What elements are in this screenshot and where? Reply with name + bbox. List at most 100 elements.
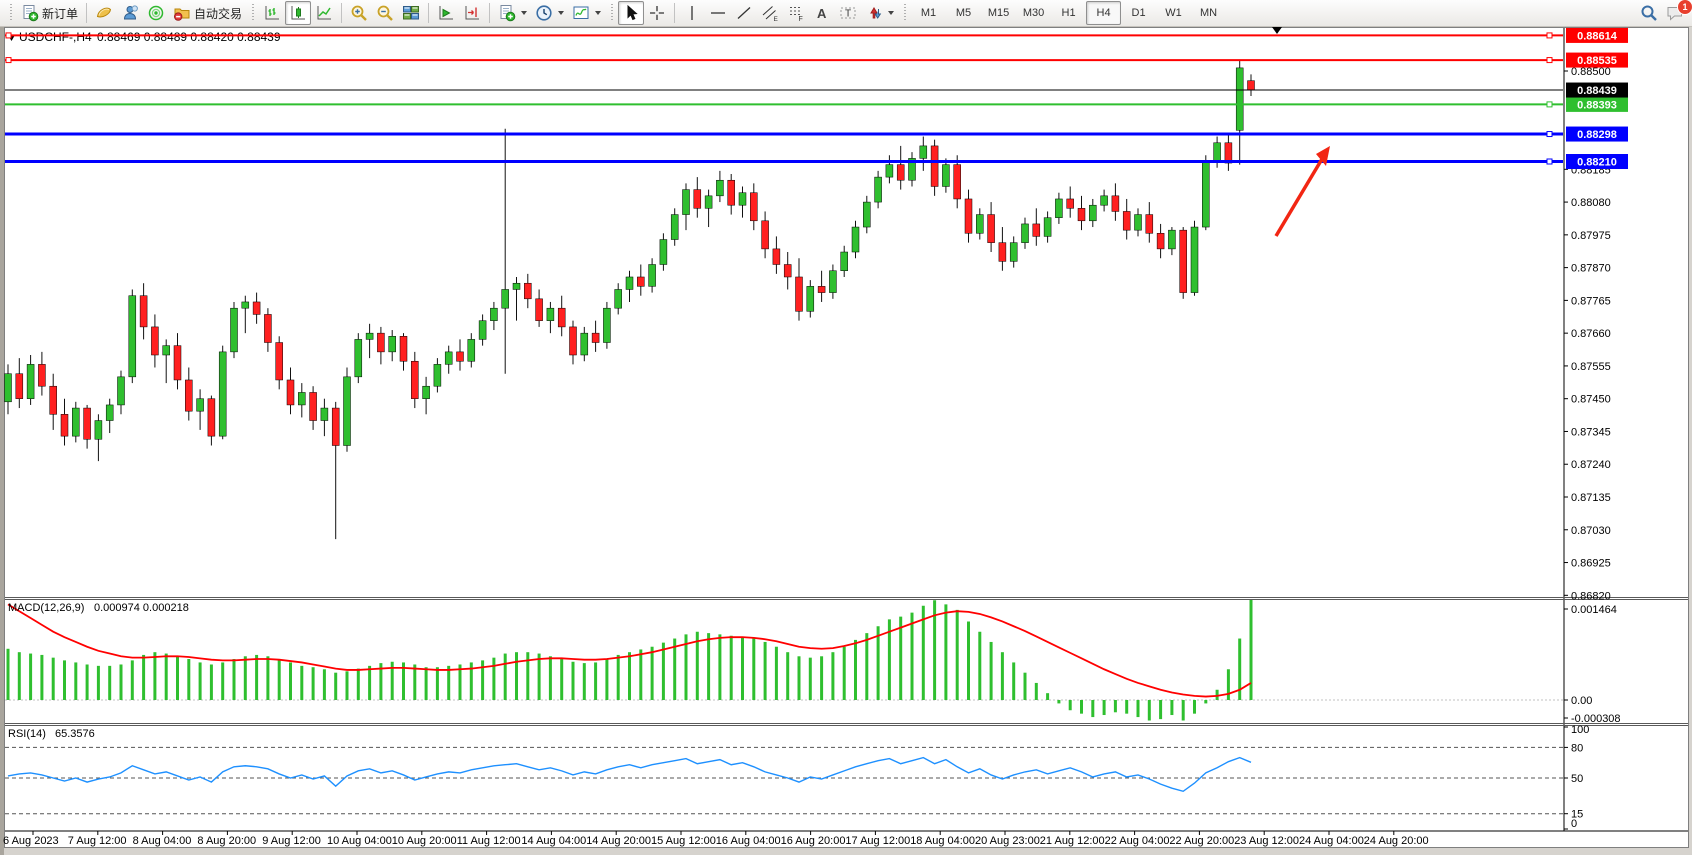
- community-button[interactable]: [117, 1, 143, 25]
- candle-body: [95, 421, 102, 440]
- candle-body: [366, 333, 373, 339]
- candle-body: [671, 215, 678, 240]
- chart-shift-button[interactable]: [459, 1, 485, 25]
- tile-windows-button[interactable]: [398, 1, 424, 25]
- fibonacci-tool-button[interactable]: F: [783, 1, 809, 25]
- timeframe-mn-button[interactable]: MN: [1191, 1, 1226, 25]
- line-handle[interactable]: [1547, 33, 1552, 38]
- trendline-tool-button[interactable]: [731, 1, 757, 25]
- vertical-line-tool-button[interactable]: [679, 1, 705, 25]
- equidistant-channel-tool-button[interactable]: E: [757, 1, 783, 25]
- time-tick-label: 20 Aug 23:00: [975, 835, 1040, 847]
- line-handle[interactable]: [1547, 102, 1552, 107]
- price-tick-label: 0.87450: [1571, 394, 1611, 406]
- timeframe-h4-button[interactable]: H4: [1086, 1, 1121, 25]
- time-tick-label: 14 Aug 20:00: [586, 835, 651, 847]
- horizontal-line-tool-button[interactable]: [705, 1, 731, 25]
- candle-body: [400, 336, 407, 361]
- zoom-in-button[interactable]: [346, 1, 372, 25]
- time-tick-label: 10 Aug 20:00: [392, 835, 457, 847]
- candle-body: [106, 405, 113, 421]
- timeframe-w1-button[interactable]: W1: [1156, 1, 1191, 25]
- candle-body: [1236, 68, 1243, 130]
- price-tick-label: 0.87660: [1571, 328, 1611, 340]
- candle-body: [151, 327, 158, 355]
- line-handle[interactable]: [6, 58, 11, 63]
- toolbar-grip[interactable]: [8, 4, 13, 22]
- candle-body: [863, 202, 870, 227]
- search-button[interactable]: [1636, 1, 1662, 25]
- candle-body: [1067, 199, 1074, 208]
- trendline-icon: [735, 4, 753, 22]
- timeframe-d1-button[interactable]: D1: [1121, 1, 1156, 25]
- candlestick-chart-button[interactable]: [285, 1, 311, 25]
- candle-body: [253, 302, 260, 314]
- candle-body: [965, 199, 972, 233]
- periods-button[interactable]: [531, 1, 568, 25]
- line-handle[interactable]: [1547, 159, 1552, 164]
- timeframe-h1-button[interactable]: H1: [1051, 1, 1086, 25]
- line-chart-button[interactable]: [311, 1, 337, 25]
- dropdown-caret-icon: [595, 11, 601, 15]
- candle-body: [615, 289, 622, 308]
- candle-body: [502, 289, 509, 308]
- dropdown-caret-icon: [888, 11, 894, 15]
- candle-body: [208, 399, 215, 436]
- autoscroll-button[interactable]: [433, 1, 459, 25]
- text-label-tool-button[interactable]: T: [835, 1, 861, 25]
- timeframe-m5-button[interactable]: M5: [946, 1, 981, 25]
- candle-body: [457, 352, 464, 361]
- fibonacci-icon: F: [787, 4, 805, 22]
- zoom-in-icon: [350, 4, 368, 22]
- time-tick-label: 7 Aug 12:00: [68, 835, 127, 847]
- market-button[interactable]: [91, 1, 117, 25]
- candle-body: [1123, 211, 1130, 230]
- candle-body: [1078, 208, 1085, 220]
- time-tick-label: 15 Aug 12:00: [651, 835, 716, 847]
- candle-body: [332, 408, 339, 445]
- candle-body: [1146, 215, 1153, 234]
- candle-body: [660, 240, 667, 265]
- candle-body: [694, 190, 701, 209]
- search-icon: [1640, 4, 1658, 22]
- timeframe-m15-button[interactable]: M15: [981, 1, 1016, 25]
- price-badge-label: 0.88210: [1577, 157, 1617, 169]
- candle-body: [807, 286, 814, 311]
- candle-body: [377, 333, 384, 352]
- rsi-axis-label: 50: [1571, 773, 1583, 785]
- candle-body: [468, 339, 475, 361]
- window-left-edge: [0, 27, 4, 855]
- arrows-tool-button[interactable]: [861, 1, 898, 25]
- bar-chart-button[interactable]: [259, 1, 285, 25]
- crosshair-button[interactable]: [644, 1, 670, 25]
- candle-body: [581, 333, 588, 355]
- zoom-out-button[interactable]: [372, 1, 398, 25]
- candle-body: [264, 314, 271, 342]
- text-tool-button[interactable]: A: [809, 1, 835, 25]
- indicators-button[interactable]: [568, 1, 605, 25]
- toolbar-grip[interactable]: [250, 4, 255, 22]
- toolbar-grip[interactable]: [902, 4, 907, 22]
- line-handle[interactable]: [1547, 58, 1552, 63]
- candle-body: [197, 399, 204, 411]
- candle-body: [886, 165, 893, 177]
- timeframe-m30-button[interactable]: M30: [1016, 1, 1051, 25]
- cursor-button[interactable]: [618, 1, 644, 25]
- toolbar-grip[interactable]: [609, 4, 614, 22]
- templates-button[interactable]: [494, 1, 531, 25]
- candle-body: [954, 165, 961, 199]
- new-order-button[interactable]: 新订单: [17, 1, 82, 25]
- candle-body: [739, 193, 746, 205]
- candle-body: [728, 180, 735, 205]
- notifications-button[interactable]: 1: [1662, 1, 1688, 25]
- price-badge-label: 0.88393: [1577, 99, 1617, 111]
- price-tick-label: 0.87135: [1571, 492, 1611, 504]
- line-handle[interactable]: [1547, 132, 1552, 137]
- time-tick-label: 10 Aug 04:00: [327, 835, 392, 847]
- chart-canvas[interactable]: USDCHF-,H4 0.88469 0.88489 0.88420 0.884…: [0, 0, 1692, 855]
- line-handle[interactable]: [6, 33, 11, 38]
- timeframe-m1-button[interactable]: M1: [911, 1, 946, 25]
- text-tool-icon: A: [813, 4, 831, 22]
- signals-button[interactable]: [143, 1, 169, 25]
- autotrading-button[interactable]: 自动交易: [169, 1, 246, 25]
